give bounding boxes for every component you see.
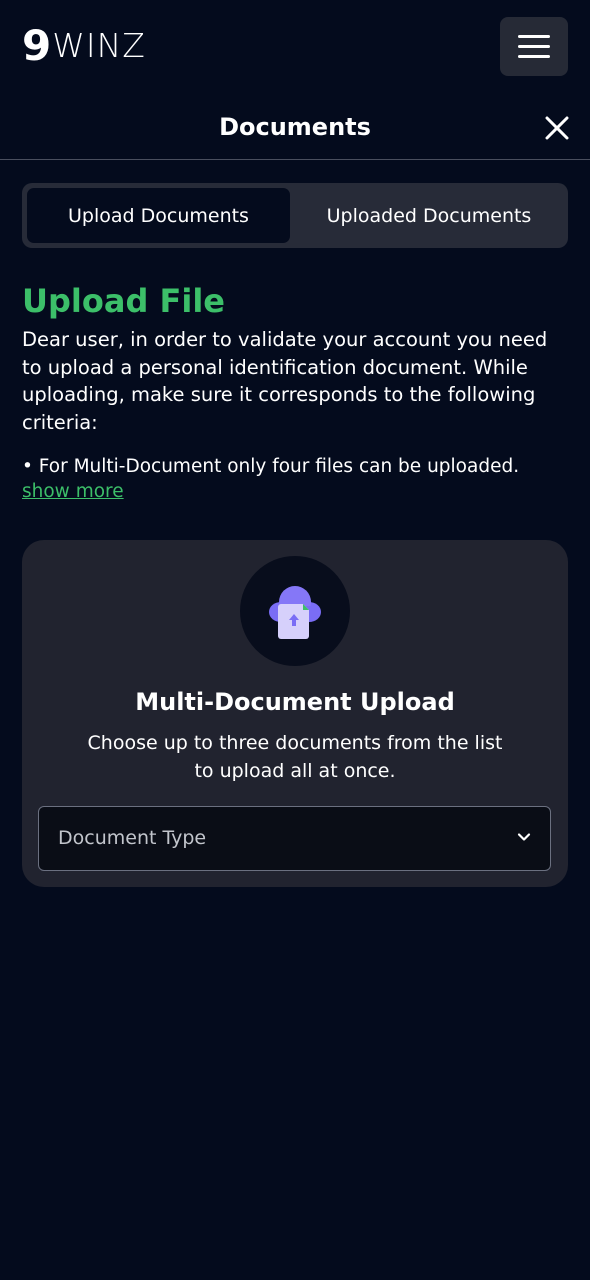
tab-upload-documents[interactable]: Upload Documents bbox=[27, 188, 290, 243]
top-bar: 9 WINZ bbox=[0, 0, 590, 95]
multi-document-upload-card: Multi-Document Upload Choose up to three… bbox=[22, 540, 568, 887]
menu-line bbox=[518, 55, 550, 58]
chevron-down-icon bbox=[517, 833, 531, 841]
hamburger-menu-button[interactable] bbox=[500, 17, 568, 76]
documents-header: Documents bbox=[0, 95, 590, 160]
logo-mark: 9 bbox=[22, 21, 51, 70]
show-more-link[interactable]: show more bbox=[22, 481, 124, 502]
close-icon[interactable] bbox=[543, 114, 571, 142]
tab-uploaded-documents[interactable]: Uploaded Documents bbox=[294, 188, 564, 243]
upload-file-heading: Upload File bbox=[22, 282, 225, 320]
card-title: Multi-Document Upload bbox=[135, 688, 455, 716]
logo[interactable]: 9 WINZ bbox=[22, 21, 146, 70]
cloud-upload-document-icon bbox=[269, 586, 321, 639]
card-description: Choose up to three documents from the li… bbox=[87, 732, 503, 782]
document-tabs: Upload Documents Uploaded Documents bbox=[22, 183, 568, 248]
page-title: Documents bbox=[219, 113, 371, 141]
document-type-select[interactable]: Document Type bbox=[38, 806, 551, 871]
logo-text: WINZ bbox=[52, 26, 146, 65]
menu-line bbox=[518, 45, 550, 48]
menu-line bbox=[518, 35, 550, 38]
upload-criteria: • For Multi-Document only four files can… bbox=[22, 456, 520, 477]
document-type-placeholder: Document Type bbox=[58, 827, 207, 849]
icon-container bbox=[240, 556, 350, 666]
upload-description: Dear user, in order to validate your acc… bbox=[22, 328, 548, 434]
